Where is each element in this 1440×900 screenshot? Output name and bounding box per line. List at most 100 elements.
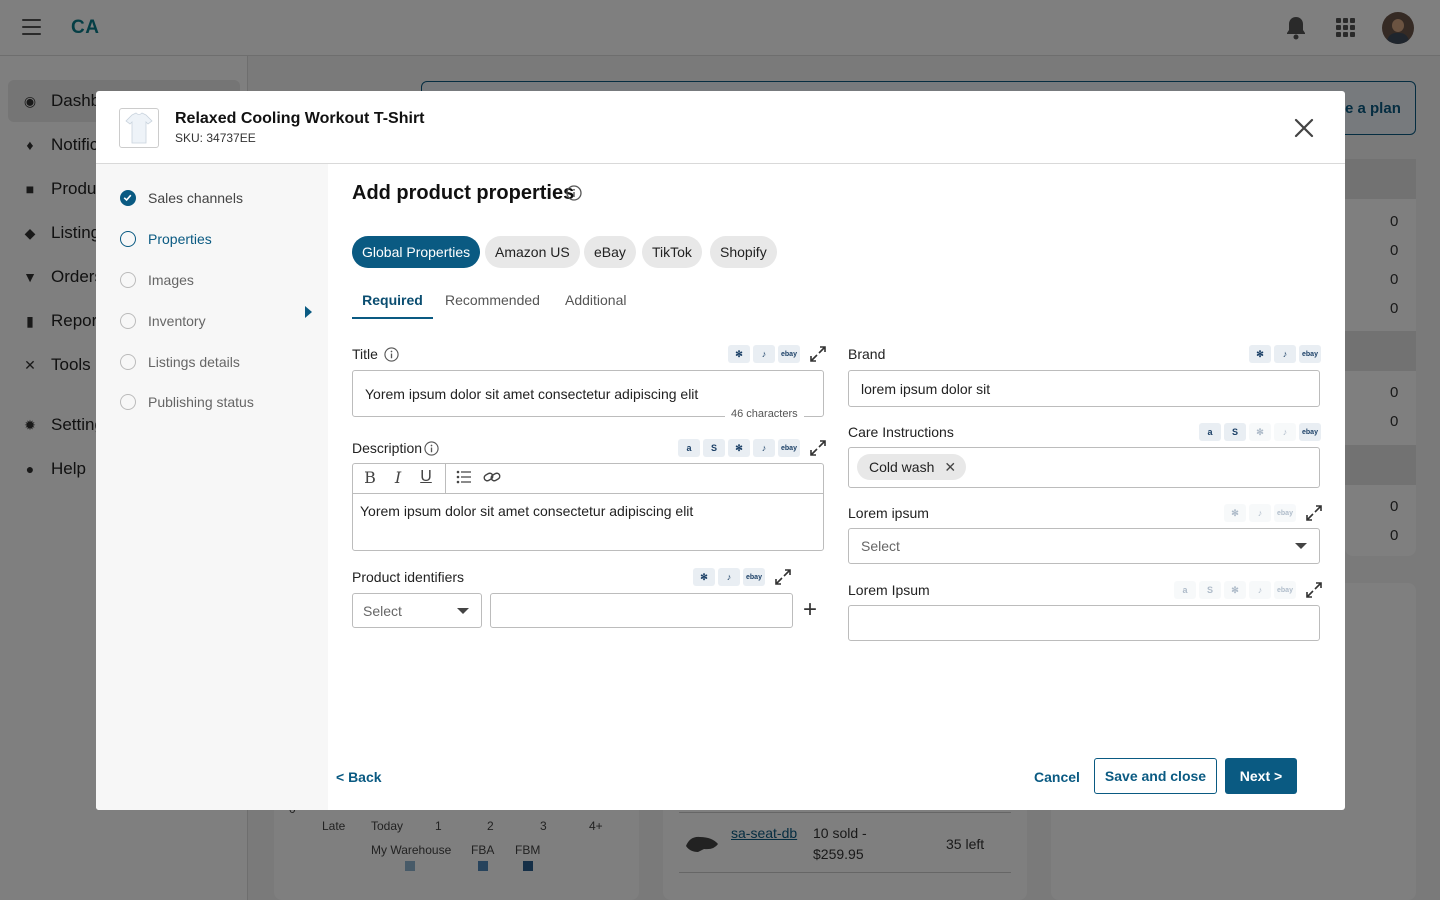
amazon-icon: a <box>1199 423 1221 441</box>
step-circle-icon <box>120 231 136 247</box>
italic-icon[interactable]: I <box>386 466 410 488</box>
step-listings-details[interactable]: Listings details <box>120 354 240 370</box>
shopify-icon: S <box>703 439 725 457</box>
care-marketplace-icons: a S ✻ ♪ ebay <box>1199 423 1321 441</box>
tab-tiktok[interactable]: TikTok <box>642 236 702 268</box>
add-identifier-icon[interactable]: + <box>803 598 817 622</box>
bold-icon[interactable]: B <box>358 466 382 488</box>
identifiers-marketplace-icons: ✻ ♪ ebay <box>693 568 792 586</box>
step-circle-icon <box>120 394 136 410</box>
walmart-icon: ✻ <box>728 345 750 363</box>
subtab-required[interactable]: Required <box>352 292 433 319</box>
ebay-icon: ebay <box>743 568 765 586</box>
tiktok-icon: ♪ <box>753 439 775 457</box>
product-thumbnail <box>119 108 159 148</box>
tab-shopify[interactable]: Shopify <box>710 236 777 268</box>
shopify-icon: S <box>1224 423 1246 441</box>
amazon-icon: a <box>678 439 700 457</box>
remove-tag-icon[interactable]: ✕ <box>944 459 956 476</box>
walmart-icon: ✻ <box>1249 345 1271 363</box>
check-icon <box>120 190 136 206</box>
lorem-marketplace-icons: ✻ ♪ ebay <box>1224 504 1323 522</box>
bullet-list-icon[interactable] <box>452 466 476 488</box>
ebay-icon: ebay <box>1299 345 1321 363</box>
ebay-icon: ebay <box>778 439 800 457</box>
subtab-recommended[interactable]: Recommended <box>445 292 540 317</box>
description-text: Yorem ipsum dolor sit amet consectetur a… <box>360 503 694 519</box>
lorem-ipsum-label: Lorem ipsum <box>848 505 929 521</box>
walmart-icon: ✻ <box>1224 581 1246 599</box>
underline-icon[interactable]: U <box>414 466 438 488</box>
step-publishing-status[interactable]: Publishing status <box>120 394 254 410</box>
title-char-count: 46 characters <box>725 408 804 420</box>
link-icon[interactable] <box>480 466 504 488</box>
description-label: Description <box>352 440 439 456</box>
tiktok-icon: ♪ <box>1274 423 1296 441</box>
tiktok-icon: ♪ <box>1249 504 1271 522</box>
lorem2-marketplace-icons: a S ✻ ♪ ebay <box>1174 581 1323 599</box>
title-label: Title <box>352 346 399 362</box>
walmart-icon: ✻ <box>693 568 715 586</box>
expand-icon[interactable] <box>774 568 792 586</box>
rich-text-toolbar: B I U <box>358 466 504 488</box>
chevron-down-icon <box>1295 543 1307 549</box>
chevron-down-icon <box>457 607 469 614</box>
properties-panel: Add product properties Global Properties… <box>328 164 1345 810</box>
ebay-icon: ebay <box>778 345 800 363</box>
back-button[interactable]: < Back <box>336 769 382 785</box>
expand-icon[interactable] <box>1305 504 1323 522</box>
step-sales-channels[interactable]: Sales channels <box>120 190 243 206</box>
amazon-icon: a <box>1174 581 1196 599</box>
step-circle-icon <box>120 354 136 370</box>
tiktok-icon: ♪ <box>1274 345 1296 363</box>
step-inventory[interactable]: Inventory <box>120 313 206 329</box>
next-button[interactable]: Next > <box>1225 758 1297 794</box>
save-and-close-button[interactable]: Save and close <box>1094 758 1217 794</box>
product-properties-modal: Relaxed Cooling Workout T-Shirt SKU: 347… <box>96 91 1345 810</box>
tab-amazon-us[interactable]: Amazon US <box>485 236 580 268</box>
care-tag: Cold wash ✕ <box>857 454 967 480</box>
expand-icon[interactable] <box>809 439 827 457</box>
lorem-ipsum-input[interactable] <box>848 605 1320 641</box>
walmart-icon: ✻ <box>1224 504 1246 522</box>
step-images[interactable]: Images <box>120 272 194 288</box>
expand-icon[interactable] <box>809 345 827 363</box>
product-sku: SKU: 34737EE <box>175 131 256 145</box>
walmart-icon: ✻ <box>728 439 750 457</box>
step-circle-icon <box>120 272 136 288</box>
info-icon[interactable] <box>424 440 439 456</box>
ebay-icon: ebay <box>1274 581 1296 599</box>
lorem-ipsum-select[interactable]: Select <box>848 528 1320 564</box>
tab-global-properties[interactable]: Global Properties <box>352 236 481 268</box>
identifier-value-input[interactable] <box>490 593 793 628</box>
title-marketplace-icons: ✻ ♪ ebay <box>728 345 827 363</box>
walmart-icon: ✻ <box>1249 423 1271 441</box>
brand-label: Brand <box>848 346 886 362</box>
tab-ebay[interactable]: eBay <box>584 236 636 268</box>
cancel-button[interactable]: Cancel <box>1034 769 1080 785</box>
expand-icon[interactable] <box>1305 581 1323 599</box>
brand-input[interactable]: lorem ipsum dolor sit <box>848 370 1320 407</box>
product-title: Relaxed Cooling Workout T-Shirt <box>175 110 425 127</box>
subtab-additional[interactable]: Additional <box>565 292 627 317</box>
ebay-icon: ebay <box>1274 504 1296 522</box>
close-icon[interactable] <box>1293 117 1315 139</box>
modal-header: Relaxed Cooling Workout T-Shirt SKU: 347… <box>96 91 1345 164</box>
ebay-icon: ebay <box>1299 423 1321 441</box>
tiktok-icon: ♪ <box>753 345 775 363</box>
care-instructions-label: Care Instructions <box>848 424 954 440</box>
identifier-type-select[interactable]: Select <box>352 593 482 628</box>
brand-marketplace-icons: ✻ ♪ ebay <box>1249 345 1321 363</box>
tiktok-icon: ♪ <box>718 568 740 586</box>
shopify-icon: S <box>1199 581 1221 599</box>
step-properties[interactable]: Properties <box>120 231 212 247</box>
lorem-ipsum-label-2: Lorem Ipsum <box>848 582 930 598</box>
product-identifiers-label: Product identifiers <box>352 569 465 585</box>
step-circle-icon <box>120 313 136 329</box>
tiktok-icon: ♪ <box>1249 581 1271 599</box>
info-icon[interactable] <box>566 185 582 201</box>
current-step-arrow-icon <box>305 306 312 318</box>
info-icon[interactable] <box>384 346 399 362</box>
wizard-steps: Sales channels Properties Images Invento… <box>96 164 328 810</box>
page-title: Add product properties <box>352 182 575 204</box>
